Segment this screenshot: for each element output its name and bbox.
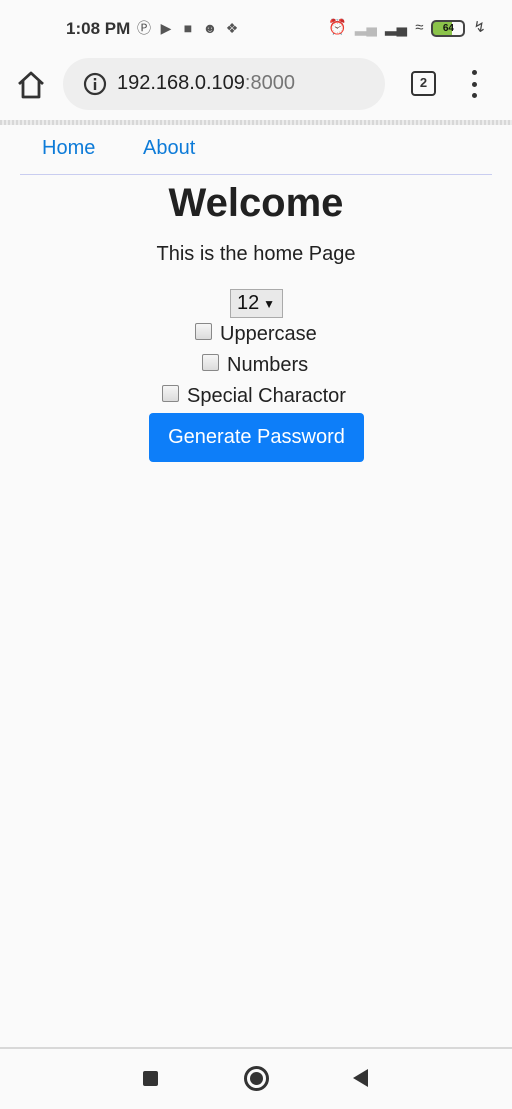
special-character-label: Special Charactor bbox=[187, 384, 346, 407]
info-icon[interactable] bbox=[83, 72, 107, 96]
home-circle-icon[interactable] bbox=[244, 1066, 269, 1091]
uppercase-checkbox[interactable] bbox=[195, 322, 212, 340]
numbers-option[interactable]: Numbers bbox=[202, 352, 308, 378]
password-length-select[interactable]: 12 ▼ bbox=[230, 289, 283, 318]
alarm-icon: ⏰ bbox=[328, 19, 347, 36]
nav-about-link[interactable]: About bbox=[143, 137, 195, 160]
signal-icon: ▂▄ bbox=[385, 19, 408, 36]
home-icon[interactable] bbox=[14, 68, 48, 102]
panda-icon: ☻ bbox=[202, 20, 218, 36]
main-content: Welcome This is the home Page bbox=[0, 175, 512, 266]
generate-password-button[interactable]: Generate Password bbox=[149, 413, 364, 462]
battery-icon: 64 bbox=[431, 19, 466, 37]
special-character-checkbox[interactable] bbox=[162, 384, 179, 402]
url-host: 192.168.0.109 bbox=[117, 72, 245, 94]
recents-icon[interactable] bbox=[143, 1071, 158, 1086]
password-length-value: 12 bbox=[237, 292, 260, 314]
browser-toolbar: 192.168.0.109:8000 2 bbox=[0, 58, 512, 122]
page-subtitle: This is the home Page bbox=[156, 243, 356, 265]
special-character-option[interactable]: Special Charactor bbox=[162, 383, 346, 409]
pinterest-icon: Ⓟ bbox=[137, 20, 151, 36]
system-navigation-bar bbox=[0, 1049, 512, 1109]
notification-icons: Ⓟ ▶ ■ ☻ ❖ bbox=[136, 20, 240, 36]
lightning-icon: ↯ bbox=[473, 19, 486, 36]
youtube-icon: ▶ bbox=[160, 20, 172, 36]
status-bar: 1:08 PM Ⓟ ▶ ■ ☻ ❖ ⏰ ▂▄ ▂▄ ≈ 64 ↯ bbox=[0, 0, 512, 58]
numbers-checkbox[interactable] bbox=[202, 353, 219, 371]
signal-weak-icon: ▂▄ bbox=[354, 19, 378, 36]
uppercase-option[interactable]: Uppercase bbox=[195, 321, 317, 347]
url-text[interactable]: 192.168.0.109:8000 bbox=[117, 72, 295, 95]
video-camera-icon: ■ bbox=[183, 20, 193, 36]
tab-switcher-button[interactable]: 2 bbox=[411, 71, 436, 96]
status-time: 1:08 PM bbox=[66, 19, 131, 38]
back-icon[interactable] bbox=[353, 1069, 368, 1087]
dropdown-arrow-icon: ▼ bbox=[263, 297, 275, 311]
navbar: Home About bbox=[20, 125, 492, 175]
nav-home-link[interactable]: Home bbox=[42, 137, 95, 160]
url-port: :8000 bbox=[244, 72, 295, 94]
uppercase-label: Uppercase bbox=[220, 322, 317, 345]
system-icons: ⏰ ▂▄ ▂▄ ≈ 64 ↯ bbox=[328, 19, 486, 37]
app-icon: ❖ bbox=[225, 20, 239, 36]
numbers-label: Numbers bbox=[227, 353, 309, 376]
wifi-icon: ≈ bbox=[415, 19, 424, 36]
more-menu-icon[interactable] bbox=[470, 70, 478, 98]
page-title: Welcome bbox=[168, 181, 344, 225]
url-bar[interactable]: 192.168.0.109:8000 bbox=[63, 58, 385, 110]
